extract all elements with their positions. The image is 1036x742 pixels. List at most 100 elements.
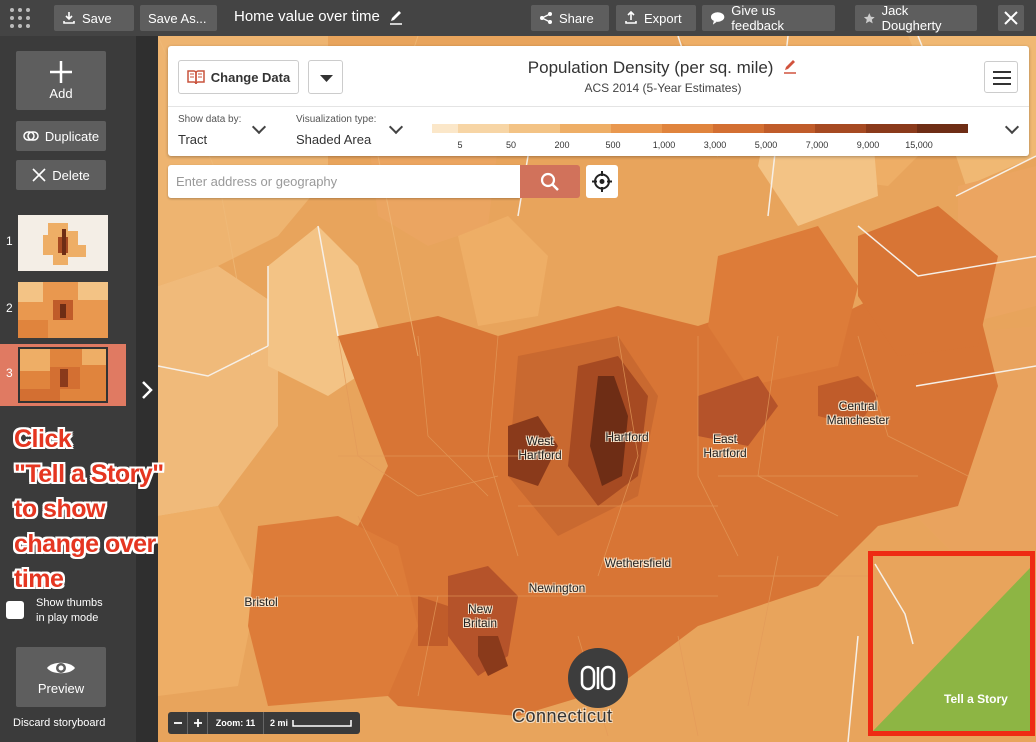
save-button[interactable]: Save	[54, 5, 134, 31]
preview-button[interactable]: Preview	[16, 647, 106, 707]
address-search-input[interactable]: Enter address or geography	[168, 165, 520, 198]
hamburger-icon	[993, 71, 1011, 85]
split-columns-icon	[580, 665, 616, 691]
legend-swatch	[611, 124, 662, 133]
legend-swatch	[509, 124, 560, 133]
hamburger-menu-button[interactable]	[984, 61, 1018, 93]
minus-icon	[173, 722, 182, 724]
book-icon	[187, 70, 205, 85]
state-label: Connecticut	[512, 706, 613, 726]
viz-type-value: Shaded Area	[296, 132, 372, 147]
slide-thumbnail	[18, 347, 108, 403]
show-thumbs-option[interactable]: Show thumbs in play mode	[6, 596, 103, 626]
star-icon	[863, 12, 875, 23]
slide-thumbnail	[18, 282, 108, 338]
preview-label: Preview	[37, 680, 85, 696]
add-slide-button[interactable]: Add	[16, 51, 106, 110]
legend-swatch	[917, 124, 968, 133]
search-button[interactable]	[520, 165, 580, 198]
scale-bar: 2 mi	[264, 718, 352, 728]
dataset-title-text: Population Density (per sq. mile)	[527, 58, 774, 77]
legend-tick-label: 500	[605, 140, 621, 150]
caret-down-icon	[320, 75, 333, 82]
plus-icon	[193, 719, 202, 727]
top-toolbar: Save Save As... Home value over time Sha…	[0, 0, 1036, 36]
show-thumbs-checkbox[interactable]	[6, 601, 24, 619]
edit-pencil-icon[interactable]	[782, 58, 798, 74]
map-title-text: Home value over time	[234, 8, 380, 25]
discard-storyboard-link[interactable]: Discard storyboard	[13, 717, 105, 729]
legend-swatch	[560, 124, 611, 133]
add-label: Add	[49, 86, 73, 101]
user-menu-button[interactable]: Jack Dougherty	[855, 3, 977, 33]
legend-tick-label: 50	[505, 140, 517, 150]
eye-icon	[47, 662, 75, 673]
data-dropdown-button[interactable]	[308, 60, 343, 94]
apps-grid-icon[interactable]	[10, 8, 32, 30]
slide-thumb-3[interactable]: 3	[0, 344, 126, 406]
save-as-button[interactable]: Save As...	[140, 5, 217, 31]
tell-a-story-highlight[interactable]	[868, 551, 1035, 736]
show-data-by-label: Show data by:	[178, 114, 242, 125]
share-label: Share	[559, 10, 594, 26]
town-label-bristol: Bristol	[244, 595, 278, 609]
share-button[interactable]: Share	[531, 5, 609, 31]
legend-swatch	[866, 124, 917, 133]
zoom-level: Zoom: 11	[208, 712, 264, 734]
pencil-icon[interactable]	[388, 9, 404, 25]
change-data-button[interactable]: Change Data	[178, 60, 299, 94]
legend-swatch	[458, 124, 509, 133]
duplicate-button[interactable]: Duplicate	[16, 121, 106, 151]
legend-swatch	[815, 124, 866, 133]
legend-expand-chevron-icon[interactable]	[1004, 119, 1020, 135]
dataset-title[interactable]: Population Density (per sq. mile)	[468, 58, 858, 78]
tutorial-annotation: Click "Tell a Story" to show change over…	[14, 425, 164, 593]
crosshair-icon	[592, 171, 612, 192]
legend-tick-label: 15,000	[905, 140, 933, 150]
town-label-new-britain: New Britain	[462, 602, 497, 630]
town-label-east-hartford: East Hartford	[703, 432, 747, 460]
sidebar-collapse-strip[interactable]	[136, 36, 158, 742]
town-label-hartford: Hartford	[605, 430, 649, 444]
slide-thumb-1[interactable]: 1	[0, 212, 126, 274]
viz-type-label: Visualization type:	[296, 114, 377, 125]
show-thumbs-label: Show thumbs in play mode	[36, 597, 103, 624]
slide-thumbnail	[18, 215, 108, 271]
scale-ruler	[292, 720, 352, 727]
legend-swatch	[662, 124, 713, 133]
legend-tick-label: 200	[554, 140, 570, 150]
locate-button[interactable]	[586, 165, 618, 198]
scale-label: 2 mi	[270, 718, 289, 728]
save-icon	[63, 12, 75, 24]
legend-swatch	[713, 124, 764, 133]
save-label: Save	[82, 10, 112, 26]
delete-label: Delete	[52, 167, 90, 183]
export-button[interactable]: Export	[616, 5, 696, 31]
chevron-right-icon[interactable]	[139, 376, 155, 404]
data-panel: Change Data Population Density (per sq. …	[168, 46, 1029, 156]
slide-number: 2	[6, 301, 13, 315]
feedback-button[interactable]: Give us feedback	[702, 3, 835, 33]
legend-swatch	[432, 124, 458, 133]
tell-a-story-button[interactable]: Tell a Story	[944, 692, 1008, 706]
story-mode-toggle[interactable]	[568, 648, 628, 708]
change-data-label: Change Data	[210, 69, 291, 85]
town-label-central-manchester: Central Manchester	[826, 399, 890, 427]
legend-tick-label: 3,000	[703, 140, 727, 150]
delete-button[interactable]: Delete	[16, 160, 106, 190]
slide-thumb-2[interactable]: 2	[0, 279, 126, 341]
storyboard-sidebar: Add Duplicate Delete 1 2 3 Show thumbs i…	[0, 36, 136, 742]
legend-swatch	[764, 124, 815, 133]
legend-tick-label: 1,000	[652, 140, 676, 150]
share-icon	[540, 12, 552, 24]
export-label: Export	[644, 10, 682, 26]
user-name: Jack Dougherty	[881, 3, 942, 33]
close-button[interactable]	[998, 5, 1024, 31]
zoom-in-button[interactable]	[188, 712, 208, 734]
zoom-out-button[interactable]	[168, 712, 188, 734]
save-as-label: Save As...	[148, 10, 207, 26]
legend-tick-label: 9,000	[856, 140, 880, 150]
search-icon	[540, 172, 559, 191]
map-title[interactable]: Home value over time	[234, 8, 404, 25]
export-icon	[625, 11, 637, 24]
